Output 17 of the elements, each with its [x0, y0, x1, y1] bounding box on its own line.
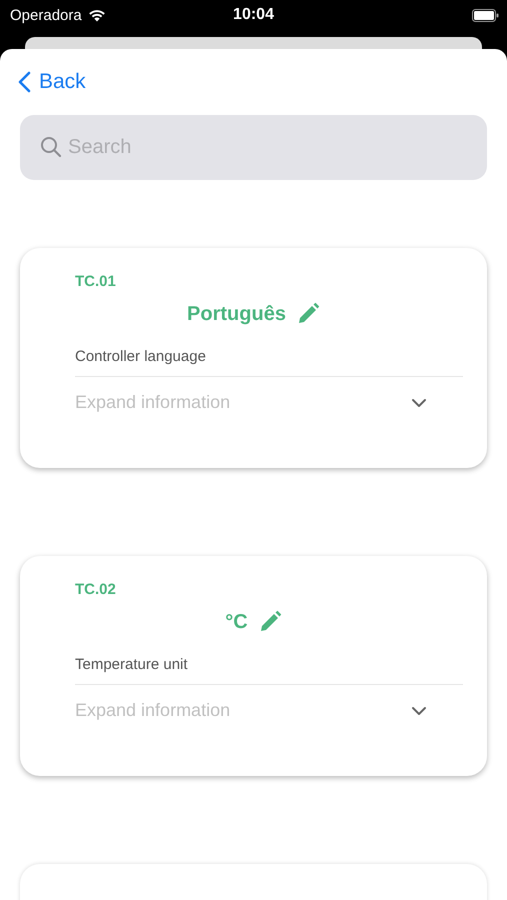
- setting-value: °C: [225, 610, 248, 634]
- setting-value: Português: [187, 302, 286, 326]
- search-icon: [40, 136, 62, 158]
- expand-row[interactable]: Expand information: [44, 377, 463, 413]
- setting-description: Controller language: [75, 348, 463, 377]
- setting-code: TC.01: [75, 273, 117, 290]
- carrier-name: Operadora: [10, 6, 82, 24]
- setting-code: TC.02: [75, 581, 117, 598]
- expand-row[interactable]: Expand information: [44, 685, 463, 721]
- back-button[interactable]: Back: [18, 70, 86, 94]
- wifi-icon: [88, 8, 106, 22]
- battery-icon: [472, 8, 499, 22]
- setting-description: Temperature unit: [75, 656, 463, 685]
- chevron-icon: [411, 706, 427, 716]
- clock-time: 10:04: [233, 6, 274, 24]
- chevron-left-icon: [18, 71, 31, 93]
- chevron-icon: [411, 398, 427, 408]
